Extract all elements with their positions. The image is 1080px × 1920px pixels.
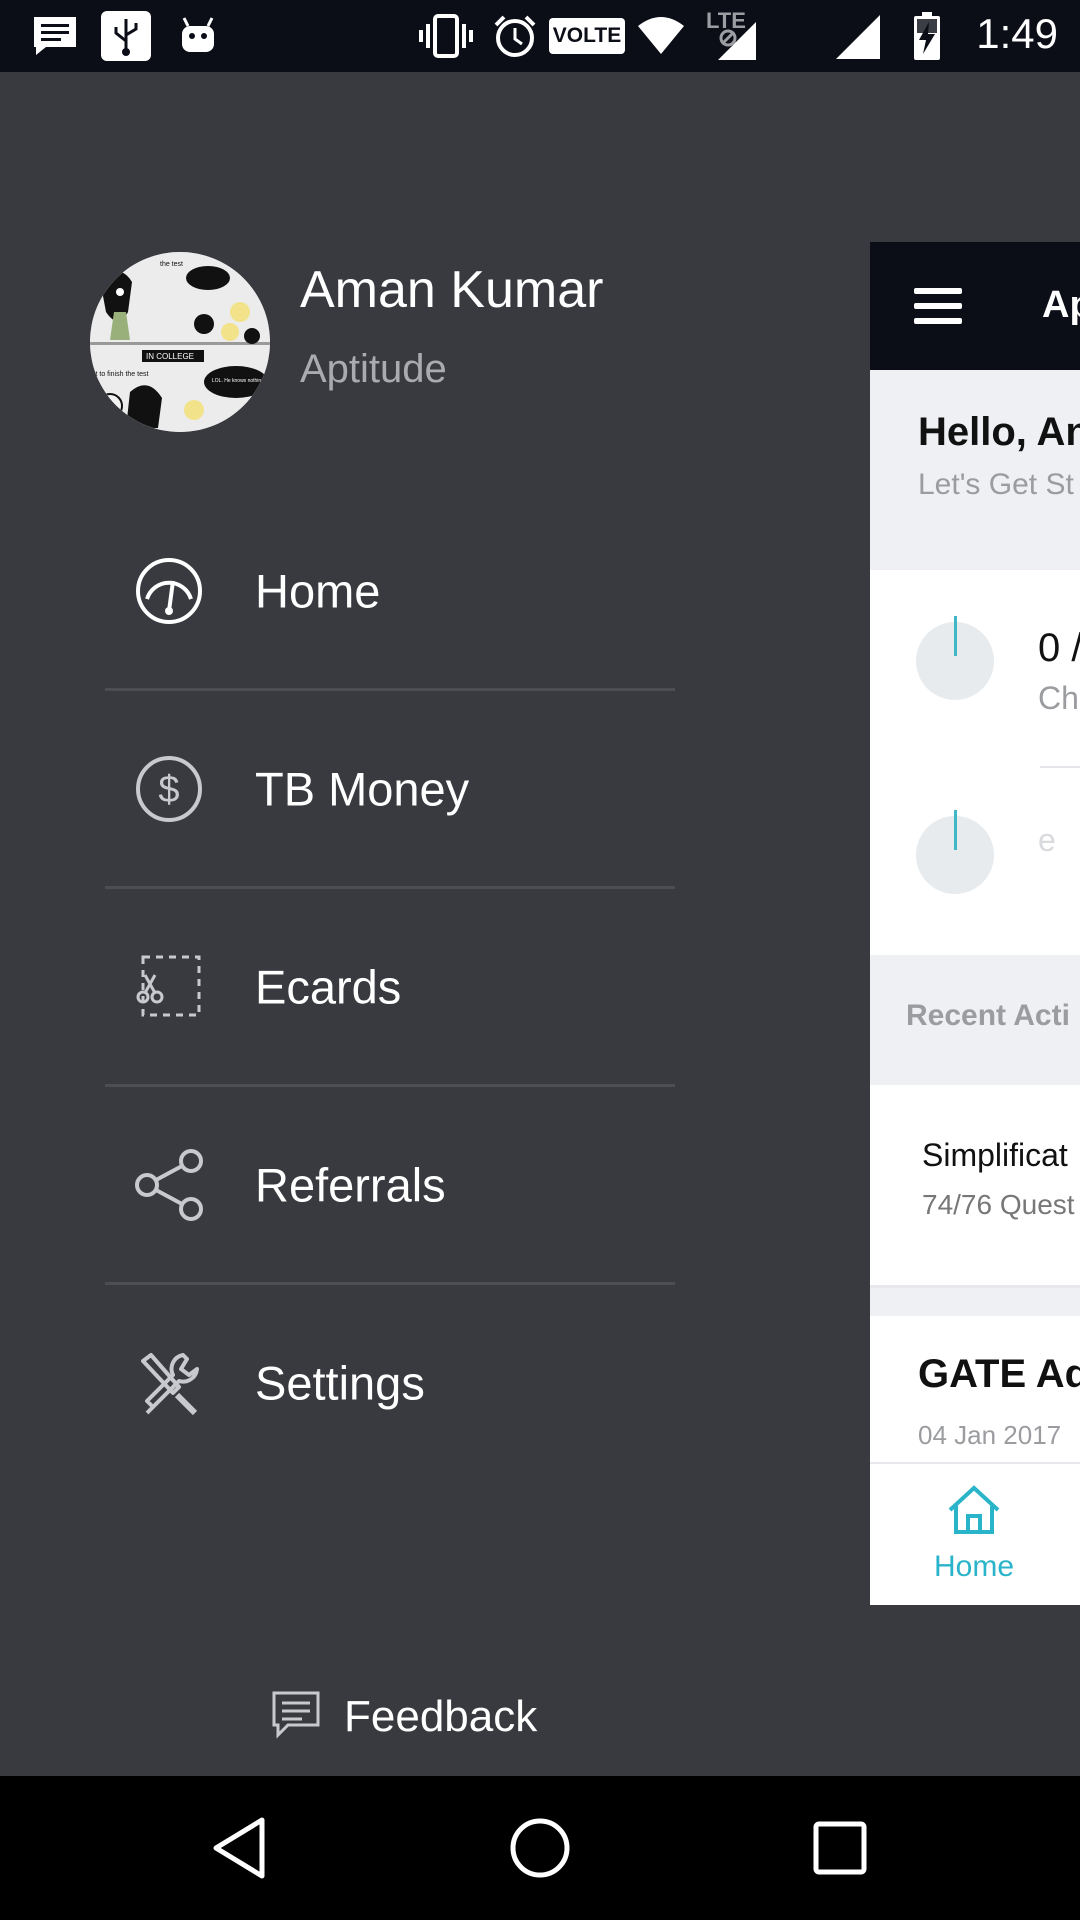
message-icon (30, 12, 80, 60)
volte-icon: VOLTE (548, 12, 626, 60)
greeting-subtitle: Let's Get St (918, 468, 1074, 501)
app-bar-title: Ap (1042, 284, 1080, 326)
avatar-text-top: the test (160, 261, 183, 268)
progress-circle (916, 616, 994, 700)
stat-value: e (1038, 822, 1056, 858)
menu-item-label: Referrals (255, 1158, 446, 1212)
news-date: 04 Jan 2017 (918, 1420, 1062, 1450)
dollar-icon: $ (133, 753, 205, 825)
stats-card: 0 / Ch e (870, 570, 1080, 955)
menu-item-referrals[interactable]: Referrals (105, 1086, 675, 1284)
avatar-text-bottom-left: st to finish the test (92, 371, 148, 378)
navigation-drawer: IN COLLEGE the test st to finish the tes… (0, 72, 870, 1776)
speedometer-icon (133, 555, 205, 627)
user-name: Aman Kumar (300, 261, 604, 319)
android-icon (176, 12, 220, 60)
wifi-icon (636, 12, 686, 60)
menu-item-label: Ecards (255, 960, 402, 1014)
scissors-icon (133, 951, 205, 1023)
divider (1040, 766, 1080, 768)
menu-item-ecards[interactable]: Ecards (105, 888, 675, 1086)
vibrate-icon (418, 12, 474, 60)
greeting-card: Hello, An Let's Get St (870, 370, 1080, 570)
share-icon (133, 1149, 205, 1221)
avatar[interactable]: IN COLLEGE the test st to finish the tes… (90, 252, 270, 432)
menu-item-label: Settings (255, 1356, 425, 1410)
back-icon[interactable] (204, 1812, 276, 1884)
battery-charging-icon (912, 12, 942, 60)
bottom-navigation: Home (870, 1462, 1080, 1605)
status-bar: VOLTE LTE 1:49 (0, 0, 1080, 72)
usb-icon (100, 11, 152, 61)
greeting-title: Hello, An (918, 410, 1080, 454)
recents-icon[interactable] (804, 1812, 876, 1884)
user-subtitle: Aptitude (300, 347, 447, 391)
news-card[interactable]: GATE Ad 04 Jan 2017 (870, 1316, 1080, 1456)
app-bar: Ap (870, 242, 1080, 370)
hamburger-menu-icon[interactable] (914, 286, 962, 331)
avatar-text-middle: IN COLLEGE (146, 352, 194, 361)
menu-item-home[interactable]: Home (105, 492, 675, 690)
menu-item-settings[interactable]: Settings (105, 1284, 675, 1482)
svg-text:$: $ (158, 769, 179, 811)
feedback-icon (270, 1689, 322, 1746)
clock-time: 1:49 (976, 10, 1058, 57)
spacer (870, 1288, 1080, 1316)
feedback-button[interactable]: Feedback (270, 1682, 537, 1752)
lte-icon: LTE (704, 8, 760, 60)
news-title: GATE Ad (918, 1352, 1080, 1396)
progress-circle (916, 810, 994, 894)
stat-value: 0 / (1038, 626, 1080, 670)
bottom-nav-home-label[interactable]: Home (934, 1550, 1014, 1584)
menu-item-label: Home (255, 564, 381, 618)
alarm-icon (492, 12, 538, 60)
activity-subtitle: 74/76 Quest (922, 1189, 1075, 1220)
home-icon[interactable] (946, 1484, 1002, 1541)
stat-subtitle: Ch (1038, 680, 1079, 716)
tools-icon (133, 1347, 205, 1419)
activity-item[interactable]: Simplificat 74/76 Quest (870, 1085, 1080, 1288)
home-circle-icon[interactable] (504, 1812, 576, 1884)
menu-item-label: TB Money (255, 762, 470, 816)
recent-activity-header: Recent Acti (870, 955, 1080, 1085)
avatar-text-bottom-right: LOL. He knows nothing (212, 378, 264, 384)
menu-item-tb-money[interactable]: $ TB Money (105, 690, 675, 888)
feedback-label: Feedback (344, 1692, 538, 1741)
system-navigation-bar (0, 1776, 1080, 1920)
signal-icon (832, 12, 882, 60)
recent-activity-label: Recent Acti (906, 999, 1070, 1032)
activity-title: Simplificat (922, 1137, 1068, 1173)
main-screen-peek[interactable]: Ap Hello, An Let's Get St 0 / Ch e Recen… (870, 242, 1080, 1605)
